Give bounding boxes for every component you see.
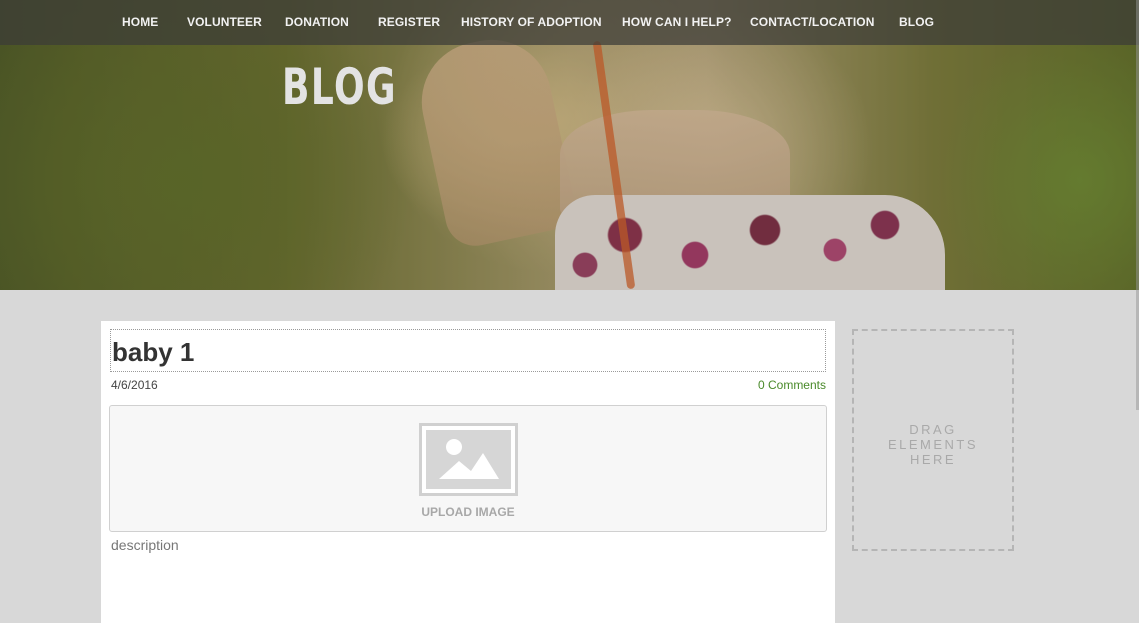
nav-item-register[interactable]: REGISTER	[378, 15, 440, 29]
post-date: 4/6/2016	[111, 378, 158, 392]
top-navigation: HOME VOLUNTEER DONATION REGISTER HISTORY…	[0, 0, 1139, 45]
nav-item-how-can-i-help[interactable]: HOW CAN I HELP?	[622, 15, 732, 29]
post-comments-link[interactable]: 0 Comments	[758, 378, 826, 392]
page: BLOG HOME VOLUNTEER DONATION REGISTER HI…	[0, 0, 1139, 623]
hero-title: BLOG	[282, 58, 398, 116]
dropzone-text: DRAG ELEMENTS HERE	[887, 422, 979, 467]
nav-item-blog[interactable]: BLOG	[899, 15, 934, 29]
post-title[interactable]: baby 1	[112, 337, 194, 368]
upload-image-label: UPLOAD IMAGE	[421, 505, 515, 519]
post-description[interactable]: description	[111, 537, 179, 553]
upload-image-area[interactable]: UPLOAD IMAGE	[109, 405, 827, 532]
nav-item-volunteer[interactable]: VOLUNTEER	[187, 15, 262, 29]
nav-item-contact-location[interactable]: CONTACT/LOCATION	[750, 15, 874, 29]
nav-item-donation[interactable]: DONATION	[285, 15, 349, 29]
sidebar-dropzone[interactable]: DRAG ELEMENTS HERE	[852, 329, 1014, 551]
nav-item-home[interactable]: HOME	[122, 15, 158, 29]
image-placeholder-icon	[419, 423, 518, 496]
post-title-editor[interactable]: baby 1	[110, 329, 826, 372]
nav-item-history-of-adoption[interactable]: HISTORY OF ADOPTION	[461, 15, 602, 29]
blog-post-card: baby 1 4/6/2016 0 Comments UPLOAD IMAGE …	[101, 321, 835, 623]
